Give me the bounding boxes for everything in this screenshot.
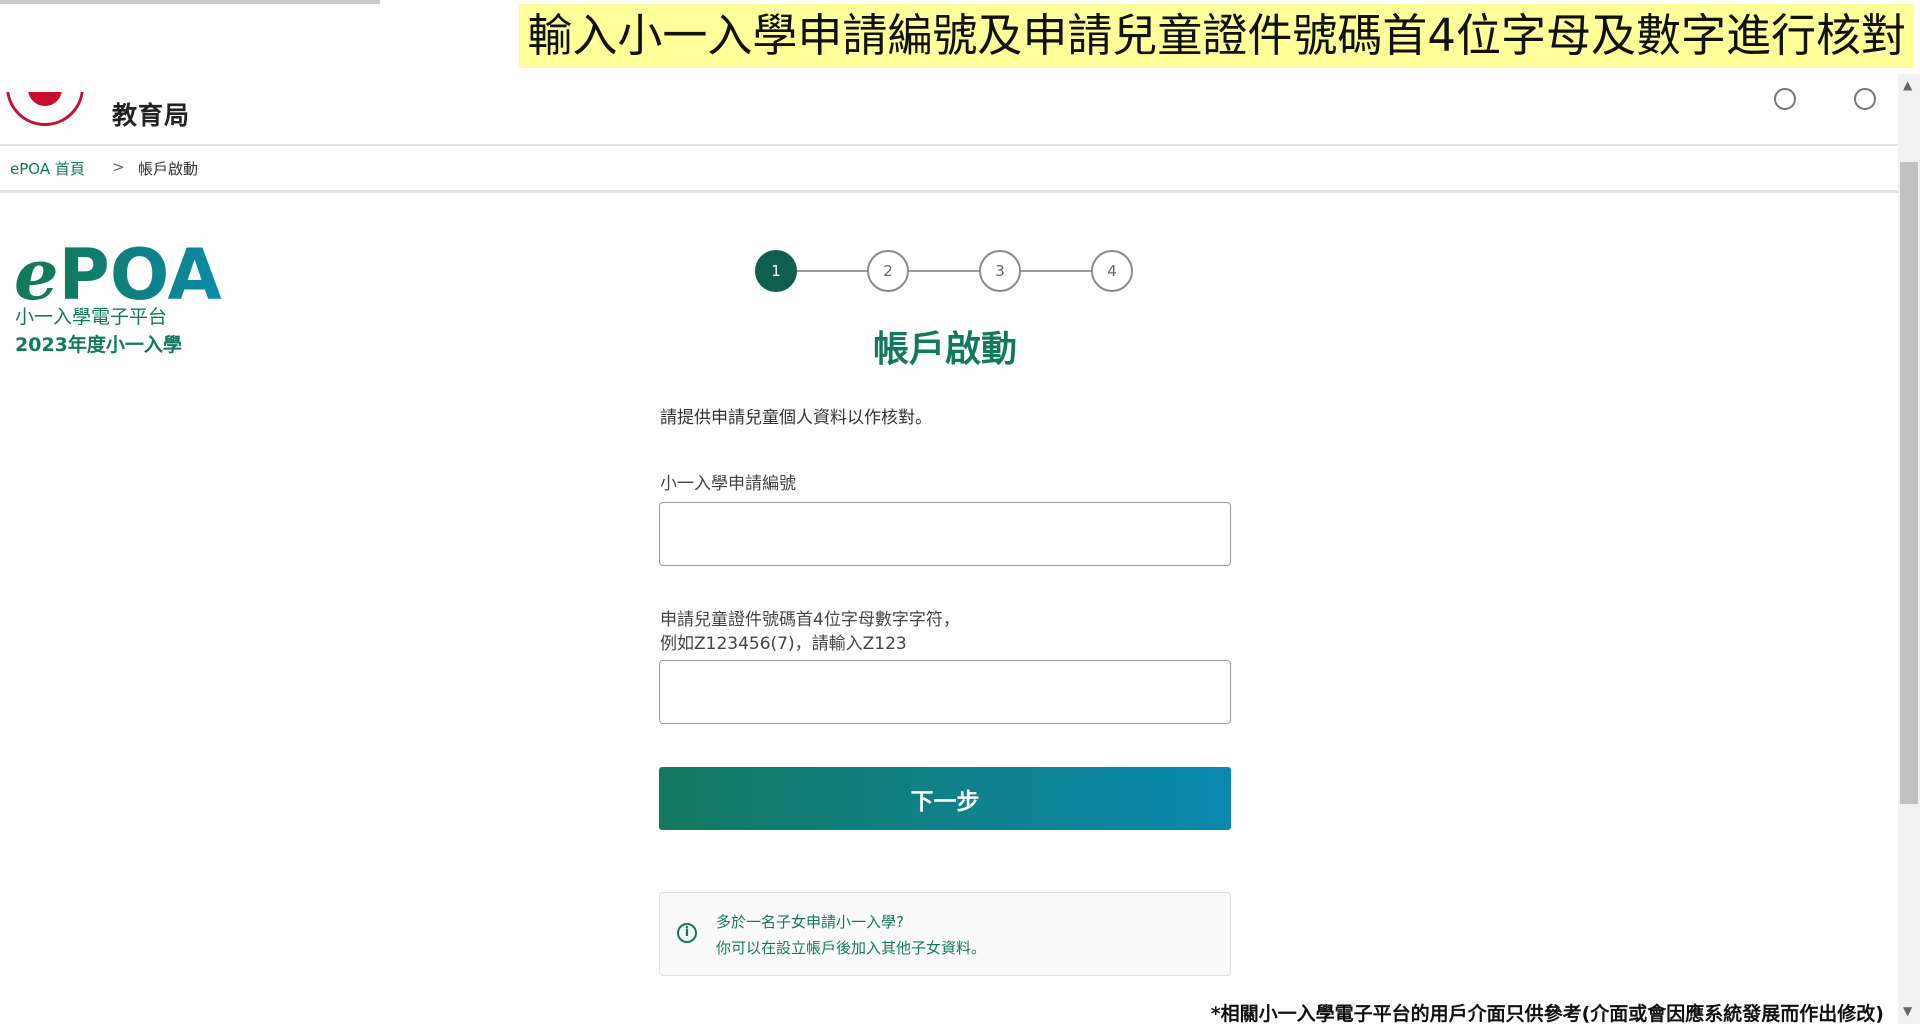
browser-strip [0, 0, 380, 4]
platform-subtitle: 小一入學電子平台 [15, 306, 168, 328]
id-prefix-label-line2: 例如Z123456(7)，請輸入Z123 [660, 634, 907, 654]
help-icon[interactable] [1774, 88, 1796, 110]
video-caption-banner: 輸入小一入學申請編號及申請兒童證件號碼首4位字母及數字進行核對 [0, 0, 1920, 74]
site-header: 教育局 [0, 88, 1898, 146]
step-1-indicator: 1 [755, 250, 797, 292]
step-4-indicator: 4 [1091, 250, 1133, 292]
breadcrumb-current: 帳戶啟動 [138, 160, 199, 178]
step-connector [909, 270, 979, 272]
scroll-down-arrow-icon[interactable]: ▼ [1903, 1004, 1912, 1018]
breadcrumb: ePOA 首頁 > 帳戶啟動 [0, 146, 1898, 193]
scroll-up-arrow-icon[interactable]: ▲ [1903, 78, 1912, 92]
scrollbar-thumb[interactable] [1900, 162, 1918, 804]
disclaimer-footnote: *相關小一入學電子平台的用戶介面只供參考(介面或會因應系統發展而作出修改) [1206, 999, 1888, 1026]
step-connector [1021, 270, 1091, 272]
application-number-label: 小一入學申請編號 [660, 474, 796, 494]
breadcrumb-home-link[interactable]: ePOA 首頁 [10, 158, 85, 179]
step-3-indicator: 3 [979, 250, 1021, 292]
info-icon: i [677, 923, 697, 943]
id-prefix-label-line1: 申請兒童證件號碼首4位字母數字字符， [660, 610, 960, 630]
agency-name: 教育局 [112, 101, 191, 130]
notice-line-1: 多於一名子女申請小一入學? [716, 913, 904, 931]
id-prefix-label: 申請兒童證件號碼首4位字母數字字符， 例如Z123456(7)，請輸入Z123 [660, 608, 960, 656]
language-globe-icon[interactable] [1854, 88, 1876, 110]
admission-year: 2023年度小一入學 [15, 334, 182, 356]
next-step-button[interactable]: 下一步 [659, 767, 1231, 830]
epoa-logo: ePOA [14, 233, 222, 316]
id-prefix-input[interactable] [659, 660, 1231, 724]
edb-logo[interactable] [6, 92, 84, 128]
multiple-children-notice: i 多於一名子女申請小一入學? 你可以在設立帳戶後加入其他子女資料。 [659, 892, 1231, 976]
video-caption: 輸入小一入學申請編號及申請兒童證件號碼首4位字母及數字進行核對 [519, 4, 1914, 68]
form-intro-text: 請提供申請兒童個人資料以作核對。 [660, 408, 932, 428]
application-number-input[interactable] [659, 502, 1231, 566]
page-title: 帳戶啟動 [872, 329, 1017, 370]
step-2-indicator: 2 [867, 250, 909, 292]
page-scrollbar[interactable]: ▲ ▼ [1898, 74, 1920, 1024]
breadcrumb-separator: > [112, 158, 125, 176]
step-connector [797, 270, 867, 272]
notice-line-2: 你可以在設立帳戶後加入其他子女資料。 [716, 939, 987, 957]
